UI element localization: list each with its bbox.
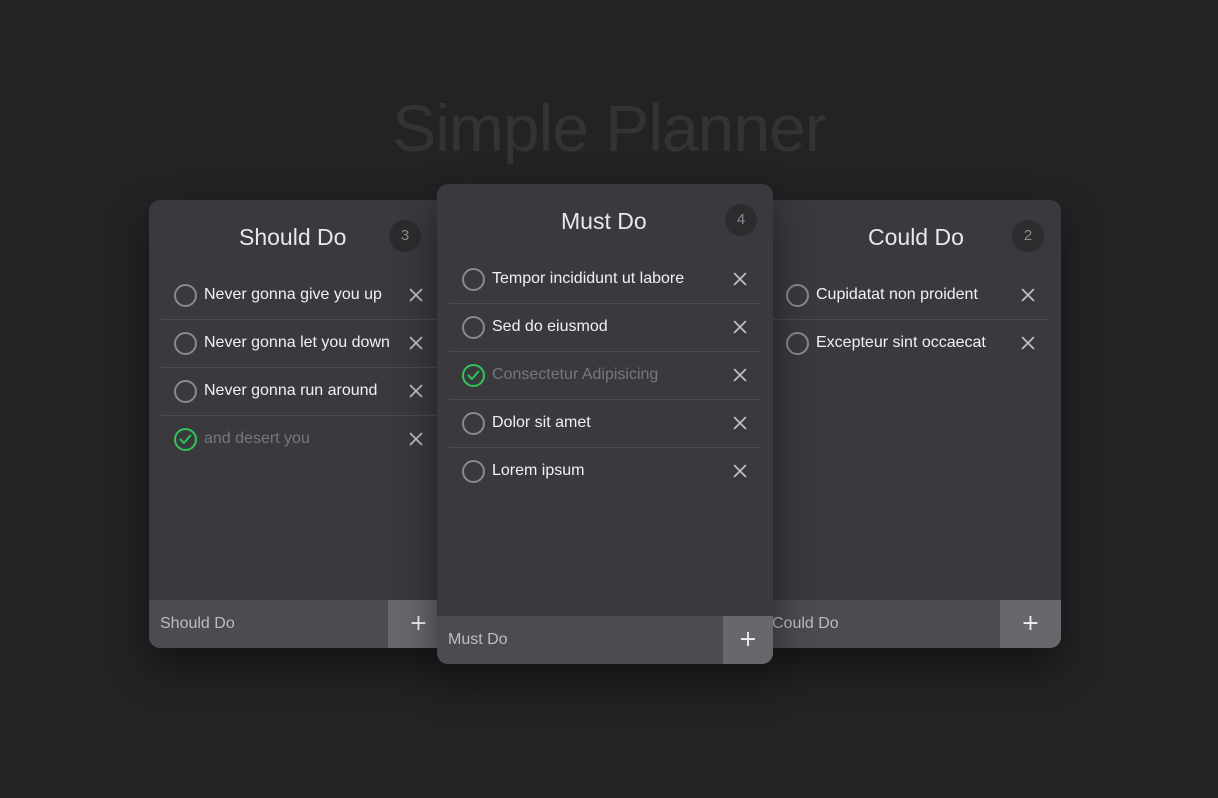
board-footer: +	[437, 616, 773, 664]
task-count-badge: 4	[725, 204, 757, 236]
task-list: Tempor incididunt ut labore Sed do eiusmo…	[437, 256, 773, 495]
task-text: Cupidatat non proident	[816, 286, 978, 303]
close-icon[interactable]	[731, 366, 749, 384]
task-item[interactable]: Tempor incididunt ut labore	[449, 256, 761, 304]
add-task-button[interactable]: +	[1000, 600, 1061, 648]
board-must-do: Must Do 4 Tempor incididunt ut labore Sed…	[437, 184, 773, 664]
close-icon[interactable]	[407, 334, 425, 352]
task-item[interactable]: Never gonna run around	[161, 368, 437, 416]
task-count-badge: 2	[1012, 220, 1044, 252]
board-title: Should Do	[239, 224, 347, 250]
close-icon[interactable]	[731, 462, 749, 480]
task-list: Never gonna give you up Never gonna let y…	[149, 272, 449, 463]
task-count-badge: 3	[389, 220, 421, 252]
board-title: Must Do	[561, 208, 647, 234]
unchecked-circle-icon[interactable]	[174, 284, 197, 307]
new-task-input[interactable]	[761, 600, 1000, 648]
close-icon[interactable]	[407, 286, 425, 304]
board-header: Could Do 2	[761, 200, 1061, 272]
board-footer: +	[149, 600, 449, 648]
close-icon[interactable]	[1019, 286, 1037, 304]
task-text: Lorem ipsum	[492, 462, 585, 479]
board-title: Could Do	[868, 224, 964, 250]
task-item[interactable]: Cupidatat non proident	[773, 272, 1049, 320]
unchecked-circle-icon[interactable]	[786, 332, 809, 355]
unchecked-circle-icon[interactable]	[462, 268, 485, 291]
task-item[interactable]: Never gonna give you up	[161, 272, 437, 320]
unchecked-circle-icon[interactable]	[174, 380, 197, 403]
task-item[interactable]: Excepteur sint occaecat	[773, 320, 1049, 367]
board-footer: +	[761, 600, 1061, 648]
task-item[interactable]: and desert you	[161, 416, 437, 463]
checked-circle-icon[interactable]	[174, 428, 197, 451]
app-title: Simple Planner	[392, 91, 827, 165]
task-item[interactable]: Dolor sit amet	[449, 400, 761, 448]
board-header: Must Do 4	[437, 184, 773, 256]
task-text: Never gonna let you down	[204, 334, 390, 351]
add-task-button[interactable]: +	[723, 616, 773, 664]
task-text: Excepteur sint occaecat	[816, 334, 986, 351]
task-text: Never gonna give you up	[204, 286, 382, 303]
close-icon[interactable]	[731, 318, 749, 336]
task-list: Cupidatat non proident Excepteur sint occ…	[761, 272, 1061, 367]
unchecked-circle-icon[interactable]	[174, 332, 197, 355]
task-text: Sed do eiusmod	[492, 318, 608, 335]
close-icon[interactable]	[1019, 334, 1037, 352]
board-should-do: Should Do 3 Never gonna give you up Never…	[149, 200, 449, 648]
close-icon[interactable]	[731, 414, 749, 432]
unchecked-circle-icon[interactable]	[462, 460, 485, 483]
task-item[interactable]: Sed do eiusmod	[449, 304, 761, 352]
unchecked-circle-icon[interactable]	[786, 284, 809, 307]
task-item[interactable]: Consectetur Adipisicing	[449, 352, 761, 400]
new-task-input[interactable]	[149, 600, 388, 648]
unchecked-circle-icon[interactable]	[462, 412, 485, 435]
task-item[interactable]: Never gonna let you down	[161, 320, 437, 368]
task-text: Never gonna run around	[204, 382, 378, 399]
close-icon[interactable]	[407, 430, 425, 448]
unchecked-circle-icon[interactable]	[462, 316, 485, 339]
checked-circle-icon[interactable]	[462, 364, 485, 387]
task-text: Tempor incididunt ut labore	[492, 270, 685, 287]
close-icon[interactable]	[407, 382, 425, 400]
new-task-input[interactable]	[437, 616, 723, 664]
board-header: Should Do 3	[149, 200, 449, 272]
planner-page: Simple Planner Should Do 3 Never gonna g…	[0, 0, 1218, 798]
task-text: Consectetur Adipisicing	[492, 366, 659, 383]
task-item[interactable]: Lorem ipsum	[449, 448, 761, 495]
board-could-do: Could Do 2 Cupidatat non proident Excepte…	[761, 200, 1061, 648]
close-icon[interactable]	[731, 270, 749, 288]
task-text: and desert you	[204, 430, 310, 447]
task-text: Dolor sit amet	[492, 414, 591, 431]
